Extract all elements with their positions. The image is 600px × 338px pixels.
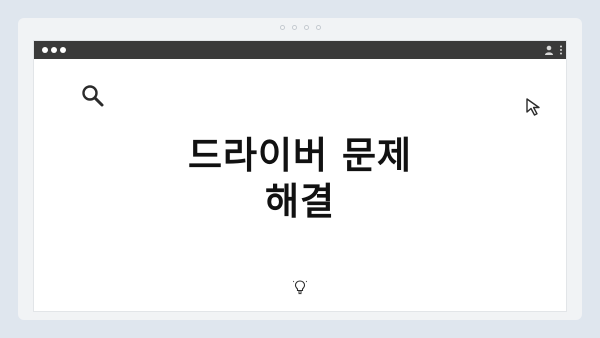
minimize-window-dot[interactable] <box>51 47 57 53</box>
kebab-menu-icon[interactable] <box>559 44 563 56</box>
close-window-dot[interactable] <box>42 47 48 53</box>
page-title: 드라이버 문제 해결 <box>34 133 566 225</box>
window-titlebar <box>34 41 566 59</box>
window-controls <box>42 47 66 53</box>
pagination-dot[interactable] <box>303 25 309 30</box>
cursor-arrow-icon <box>526 98 540 116</box>
browser-frame: 드라이버 문제 해결 <box>18 18 582 320</box>
lightbulb-icon <box>293 280 307 295</box>
user-icon[interactable] <box>544 44 554 56</box>
search-icon <box>82 85 104 107</box>
browser-window: 드라이버 문제 해결 <box>33 40 567 312</box>
pagination-dot[interactable] <box>315 25 321 30</box>
page-title-line-1: 드라이버 문제 <box>187 134 413 177</box>
pagination-dots <box>18 25 582 30</box>
page-title-line-2: 해결 <box>264 180 336 223</box>
pagination-dot[interactable] <box>279 25 285 30</box>
maximize-window-dot[interactable] <box>60 47 66 53</box>
pagination-dot[interactable] <box>291 25 297 30</box>
